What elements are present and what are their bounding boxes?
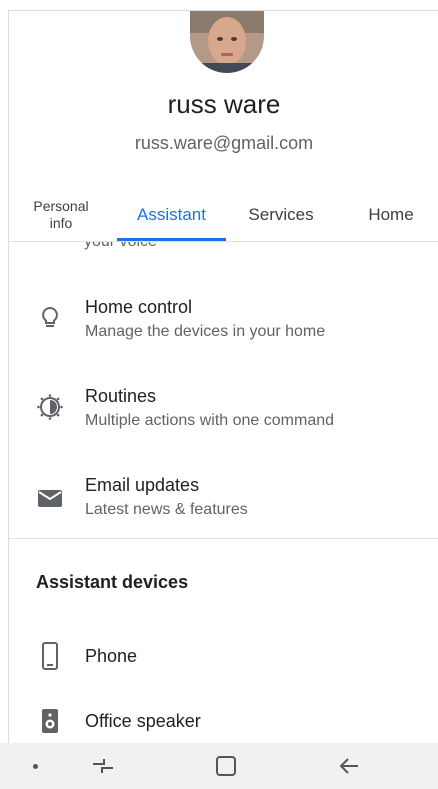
system-navigation-bar: [0, 743, 438, 789]
tab-label: Assistant: [137, 205, 206, 224]
account-settings-panel: russ ware russ.ware@gmail.com your voice…: [8, 10, 438, 743]
list-item-email-updates[interactable]: Email updates Latest news & features: [9, 469, 438, 539]
item-title: Routines: [85, 386, 157, 406]
section-divider: [9, 538, 438, 539]
speaker-icon: [35, 706, 65, 736]
device-label: Office speaker: [85, 711, 201, 731]
phone-icon: [35, 641, 65, 671]
home-square-icon: [216, 756, 236, 776]
back-arrow-icon: [339, 758, 358, 774]
tab-home[interactable]: Home: [347, 189, 435, 241]
routines-icon: [35, 392, 65, 422]
item-subtitle: Latest news & features: [85, 501, 248, 518]
section-heading-assistant-devices: Assistant devices: [36, 572, 189, 592]
list-item-home-control[interactable]: Home control Manage the devices in your …: [9, 291, 438, 361]
profile-email: russ.ware@gmail.com: [134, 133, 314, 153]
avatar[interactable]: [190, 11, 264, 73]
device-item-office-speaker[interactable]: Office speaker: [9, 709, 438, 743]
tab-label: Services: [248, 205, 314, 224]
mail-icon: [35, 483, 65, 513]
tab-label: Personal info: [33, 198, 89, 231]
tab-label: Home: [368, 205, 414, 224]
device-label: Phone: [85, 646, 138, 666]
device-item-phone[interactable]: Phone: [9, 642, 438, 686]
tab-assistant[interactable]: Assistant: [117, 189, 226, 241]
back-button[interactable]: [326, 743, 372, 789]
lightbulb-icon: [35, 303, 65, 333]
list-item-routines[interactable]: Routines Multiple actions with one comma…: [9, 380, 438, 450]
tab-services[interactable]: Services: [231, 189, 331, 241]
item-title: Email updates: [85, 475, 200, 495]
nav-dot-indicator: [20, 743, 50, 789]
home-button[interactable]: [203, 743, 249, 789]
recent-apps-icon: [93, 759, 113, 773]
profile-name: russ ware: [167, 89, 281, 119]
tab-personal-info[interactable]: Personal info: [13, 189, 109, 241]
recent-apps-button[interactable]: [80, 743, 126, 789]
tabs-divider: [9, 241, 438, 242]
item-title: Home control: [85, 297, 193, 317]
item-subtitle: Multiple actions with one command: [85, 412, 335, 429]
item-subtitle: Manage the devices in your home: [85, 323, 326, 340]
tab-bar: Personal info Assistant Services Home: [9, 189, 438, 241]
